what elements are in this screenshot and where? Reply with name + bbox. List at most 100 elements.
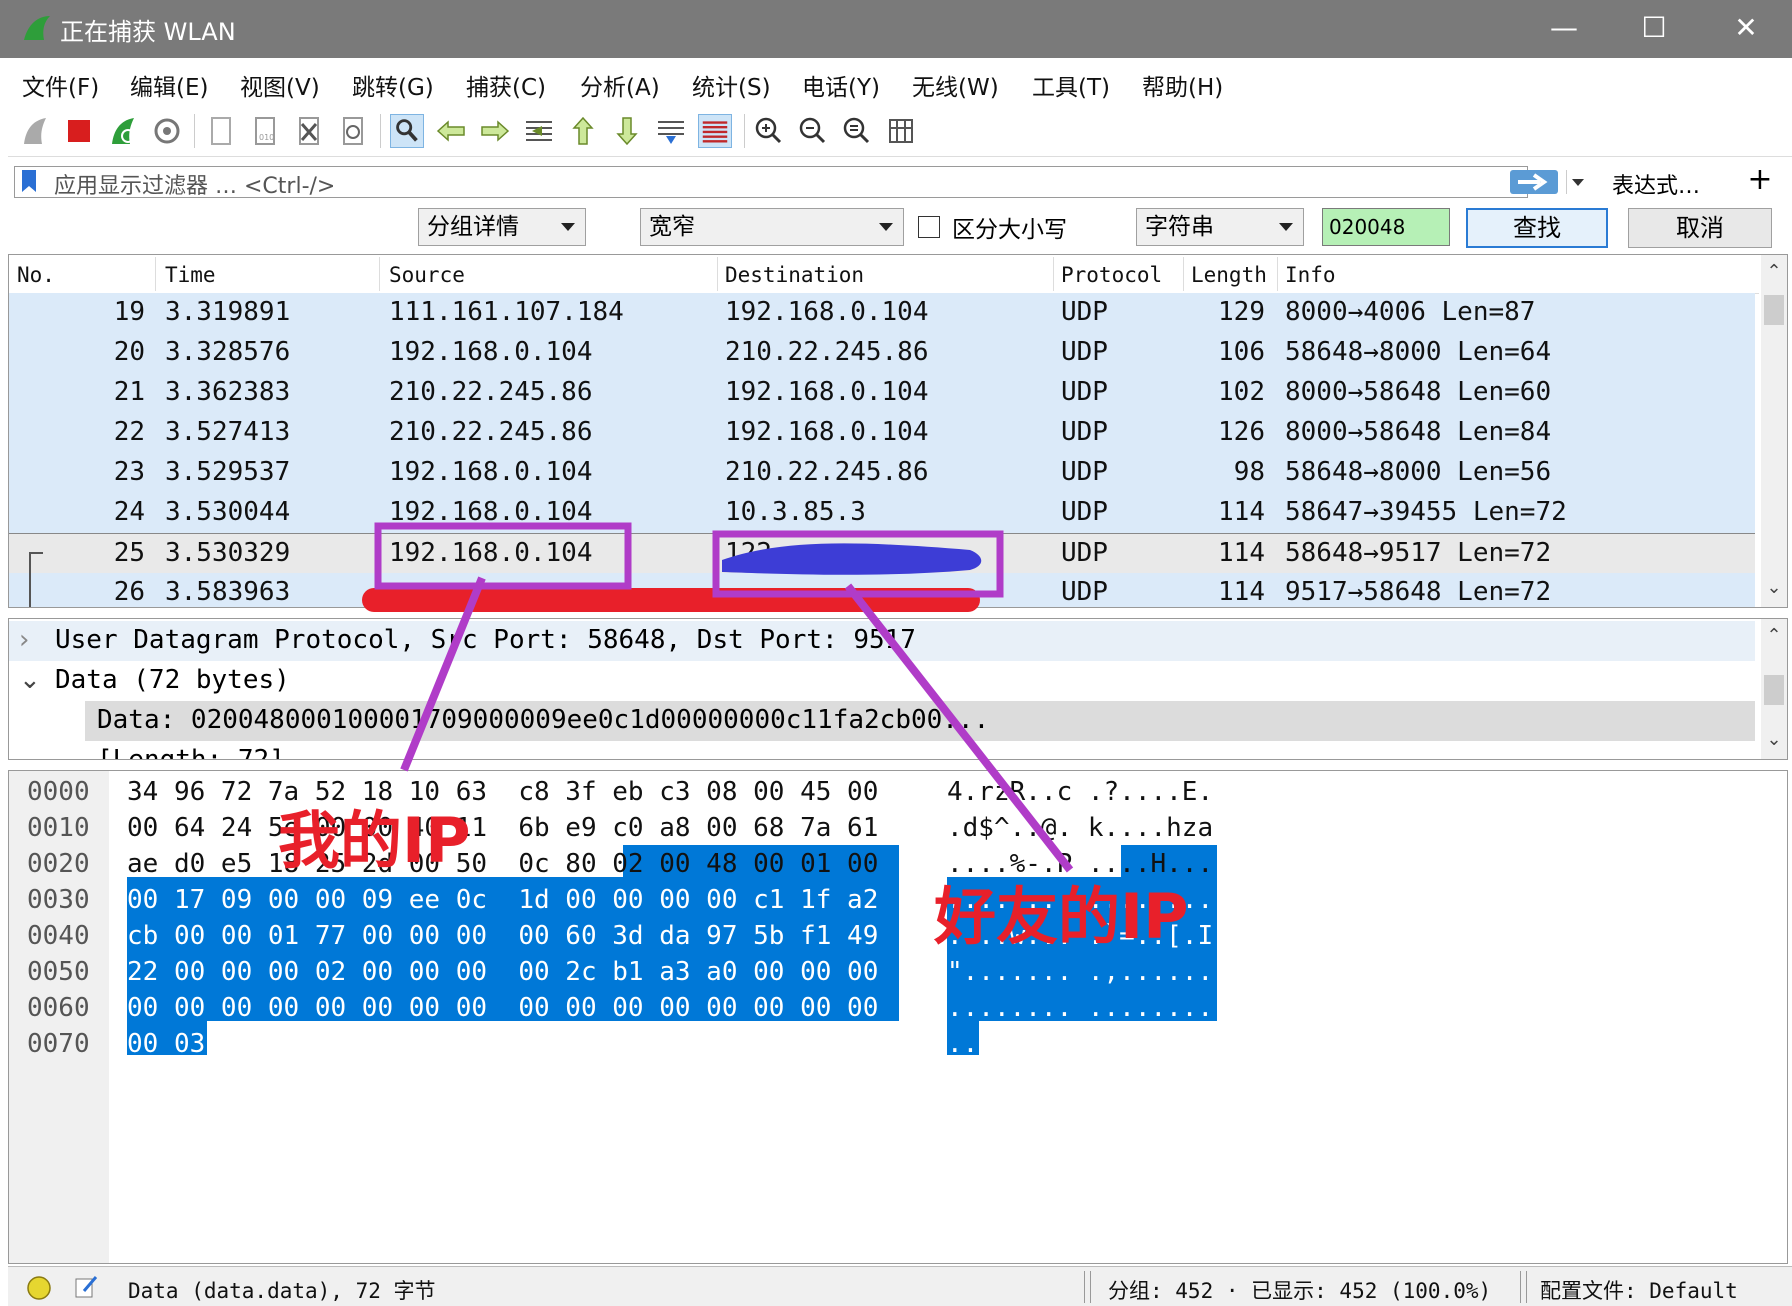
byte-offset: 0050 bbox=[27, 957, 90, 987]
packet-row[interactable]: 24 3.530044 192.168.0.104 10.3.85.3 UDP 114 58… bbox=[9, 493, 1755, 533]
byte-ascii[interactable]: ........ ........ bbox=[947, 993, 1213, 1023]
scroll-down-icon[interactable]: ⌄ bbox=[1765, 731, 1783, 749]
cell-destination: 192.168.0.104 bbox=[725, 297, 929, 327]
col-time[interactable]: Time bbox=[165, 263, 216, 287]
cell-length: 129 bbox=[1218, 297, 1265, 327]
stop-capture-icon[interactable] bbox=[62, 114, 96, 148]
menu-file[interactable]: 文件(F) bbox=[22, 68, 99, 102]
menu-statistics[interactable]: 统计(S) bbox=[692, 68, 771, 102]
packet-row[interactable]: 22 3.527413 210.22.245.86 192.168.0.104 UDP 1… bbox=[9, 413, 1755, 453]
col-length[interactable]: Length bbox=[1191, 263, 1267, 287]
scroll-up-icon[interactable]: ⌃ bbox=[1765, 627, 1783, 645]
menu-go[interactable]: 跳转(G) bbox=[352, 68, 434, 102]
scroll-down-icon[interactable]: ⌄ bbox=[1765, 579, 1783, 597]
byte-ascii[interactable]: 4.rzR..c .?....E. bbox=[947, 777, 1213, 807]
tree-row-data[interactable]: ⌄ Data (72 bytes) bbox=[9, 661, 1755, 701]
save-file-icon[interactable]: 010 bbox=[248, 114, 282, 148]
colorize-list-icon[interactable] bbox=[698, 114, 732, 148]
scroll-thumb[interactable] bbox=[1764, 675, 1784, 705]
filter-history-dropdown[interactable] bbox=[1566, 170, 1589, 194]
menu-tools[interactable]: 工具(T) bbox=[1032, 68, 1110, 102]
cell-time: 3.530044 bbox=[165, 497, 291, 527]
packet-row[interactable]: 19 3.319891 111.161.107.184 192.168.0.104 UD… bbox=[9, 293, 1755, 333]
col-destination[interactable]: Destination bbox=[725, 263, 864, 287]
expert-info-icon[interactable] bbox=[26, 1275, 52, 1301]
packet-row[interactable]: 21 3.362383 210.22.245.86 192.168.0.104 UDP 1… bbox=[9, 373, 1755, 413]
byte-hex[interactable]: 00 17 09 00 00 09 ee 0c 1d 00 00 00 00 c… bbox=[127, 885, 878, 915]
scroll-up-icon[interactable]: ⌃ bbox=[1765, 263, 1783, 281]
details-scrollbar[interactable]: ⌃ ⌄ bbox=[1761, 619, 1787, 759]
search-in-select[interactable]: 分组详情 bbox=[418, 208, 586, 246]
last-packet-icon[interactable] bbox=[610, 114, 644, 148]
menu-edit[interactable]: 编辑(E) bbox=[130, 68, 208, 102]
cell-no: 20 bbox=[113, 337, 145, 367]
cell-no: 26 bbox=[113, 577, 145, 607]
find-packet-icon[interactable] bbox=[390, 114, 424, 148]
auto-scroll-icon[interactable] bbox=[654, 114, 688, 148]
cancel-find-button[interactable]: 取消 bbox=[1628, 208, 1772, 248]
packet-list-scrollbar[interactable]: ⌃ ⌄ bbox=[1761, 255, 1787, 607]
menu-analyze[interactable]: 分析(A) bbox=[580, 68, 660, 102]
cell-time: 3.527413 bbox=[165, 417, 291, 447]
normal-size-icon[interactable] bbox=[840, 114, 874, 148]
col-source[interactable]: Source bbox=[389, 263, 465, 287]
zoom-in-icon[interactable] bbox=[752, 114, 786, 148]
expand-icon[interactable]: › bbox=[19, 625, 29, 655]
find-button[interactable]: 查找 bbox=[1466, 208, 1608, 248]
byte-hex[interactable]: cb 00 00 01 77 00 00 00 00 60 3d da 97 5… bbox=[127, 921, 878, 951]
apply-filter-arrow-icon[interactable] bbox=[1510, 170, 1558, 194]
find-value-input[interactable]: 020048 bbox=[1322, 208, 1450, 246]
add-filter-button[interactable]: + bbox=[1744, 162, 1776, 197]
col-protocol[interactable]: Protocol bbox=[1061, 263, 1162, 287]
byte-hex[interactable]: 00 64 24 5e 00 00 40 11 6b e9 c0 a8 00 6… bbox=[127, 813, 878, 843]
minimize-button[interactable]: — bbox=[1534, 8, 1594, 48]
tree-row-udp[interactable]: › User Datagram Protocol, Src Port: 5864… bbox=[9, 621, 1755, 661]
close-button[interactable]: ✕ bbox=[1716, 8, 1776, 48]
maximize-button[interactable]: ☐ bbox=[1624, 8, 1684, 48]
byte-ascii[interactable]: "....... .,...... bbox=[947, 957, 1213, 987]
menu-wireless[interactable]: 无线(W) bbox=[912, 68, 999, 102]
menu-capture[interactable]: 捕获(C) bbox=[466, 68, 546, 102]
menu-telephony[interactable]: 电话(Y) bbox=[802, 68, 880, 102]
search-type-select[interactable]: 字符串 bbox=[1136, 208, 1304, 246]
packet-row[interactable]: 26 3.583963 UDP 114 9517→58648 Len=72 bbox=[9, 573, 1755, 607]
go-forward-icon[interactable] bbox=[478, 114, 512, 148]
menu-help[interactable]: 帮助(H) bbox=[1142, 68, 1223, 102]
expression-button[interactable]: 表达式… bbox=[1612, 168, 1700, 200]
bytes-row: 0030 00 17 09 00 00 09 ee 0c 1d 00 00 00 … bbox=[9, 883, 1749, 919]
packet-row[interactable]: 23 3.529537 192.168.0.104 210.22.245.86 UDP 9… bbox=[9, 453, 1755, 493]
byte-hex[interactable]: 00 00 00 00 00 00 00 00 00 00 00 00 00 0… bbox=[127, 993, 878, 1023]
case-sensitive-checkbox[interactable] bbox=[918, 216, 940, 238]
bookmark-icon[interactable] bbox=[22, 170, 36, 192]
packet-row[interactable]: 25 3.530329 192.168.0.104 122. UDP 114 58648→9… bbox=[9, 533, 1755, 576]
col-info[interactable]: Info bbox=[1285, 263, 1336, 287]
start-capture-icon[interactable] bbox=[18, 114, 52, 148]
close-file-icon[interactable] bbox=[292, 114, 326, 148]
go-to-packet-icon[interactable] bbox=[522, 114, 556, 148]
status-profile[interactable]: 配置文件: Default bbox=[1540, 1275, 1738, 1305]
tree-row-data-value[interactable]: Data: 020048000100001709000009ee0c1d0000… bbox=[85, 701, 1755, 741]
byte-hex[interactable]: 00 03 bbox=[127, 1029, 205, 1059]
charset-select[interactable]: 宽窄 bbox=[640, 208, 904, 246]
scroll-thumb[interactable] bbox=[1764, 295, 1784, 325]
byte-hex[interactable]: ae d0 e5 18 25 2d 00 50 0c 80 02 00 48 0… bbox=[127, 849, 878, 879]
open-file-icon[interactable] bbox=[204, 114, 238, 148]
zoom-out-icon[interactable] bbox=[796, 114, 830, 148]
resize-columns-icon[interactable] bbox=[884, 114, 918, 148]
reload-file-icon[interactable] bbox=[336, 114, 370, 148]
restart-capture-icon[interactable] bbox=[106, 114, 140, 148]
capture-comment-icon[interactable] bbox=[72, 1273, 100, 1301]
byte-hex[interactable]: 34 96 72 7a 52 18 10 63 c8 3f eb c3 08 0… bbox=[127, 777, 878, 807]
tree-row-length[interactable]: [Length: 72] bbox=[9, 741, 1755, 759]
packet-row[interactable]: 20 3.328576 192.168.0.104 210.22.245.86 UDP 1… bbox=[9, 333, 1755, 373]
col-no[interactable]: No. bbox=[17, 263, 55, 287]
go-back-icon[interactable] bbox=[434, 114, 468, 148]
menu-view[interactable]: 视图(V) bbox=[240, 68, 320, 102]
collapse-icon[interactable]: ⌄ bbox=[19, 665, 41, 695]
byte-ascii[interactable]: .d$^..@. k....hza bbox=[947, 813, 1213, 843]
first-packet-icon[interactable] bbox=[566, 114, 600, 148]
byte-hex[interactable]: 22 00 00 00 02 00 00 00 00 2c b1 a3 a0 0… bbox=[127, 957, 878, 987]
capture-options-icon[interactable] bbox=[150, 114, 184, 148]
bytes-row: 0040 cb 00 00 01 77 00 00 00 00 60 3d da … bbox=[9, 919, 1749, 955]
byte-ascii[interactable]: .. bbox=[947, 1029, 978, 1059]
